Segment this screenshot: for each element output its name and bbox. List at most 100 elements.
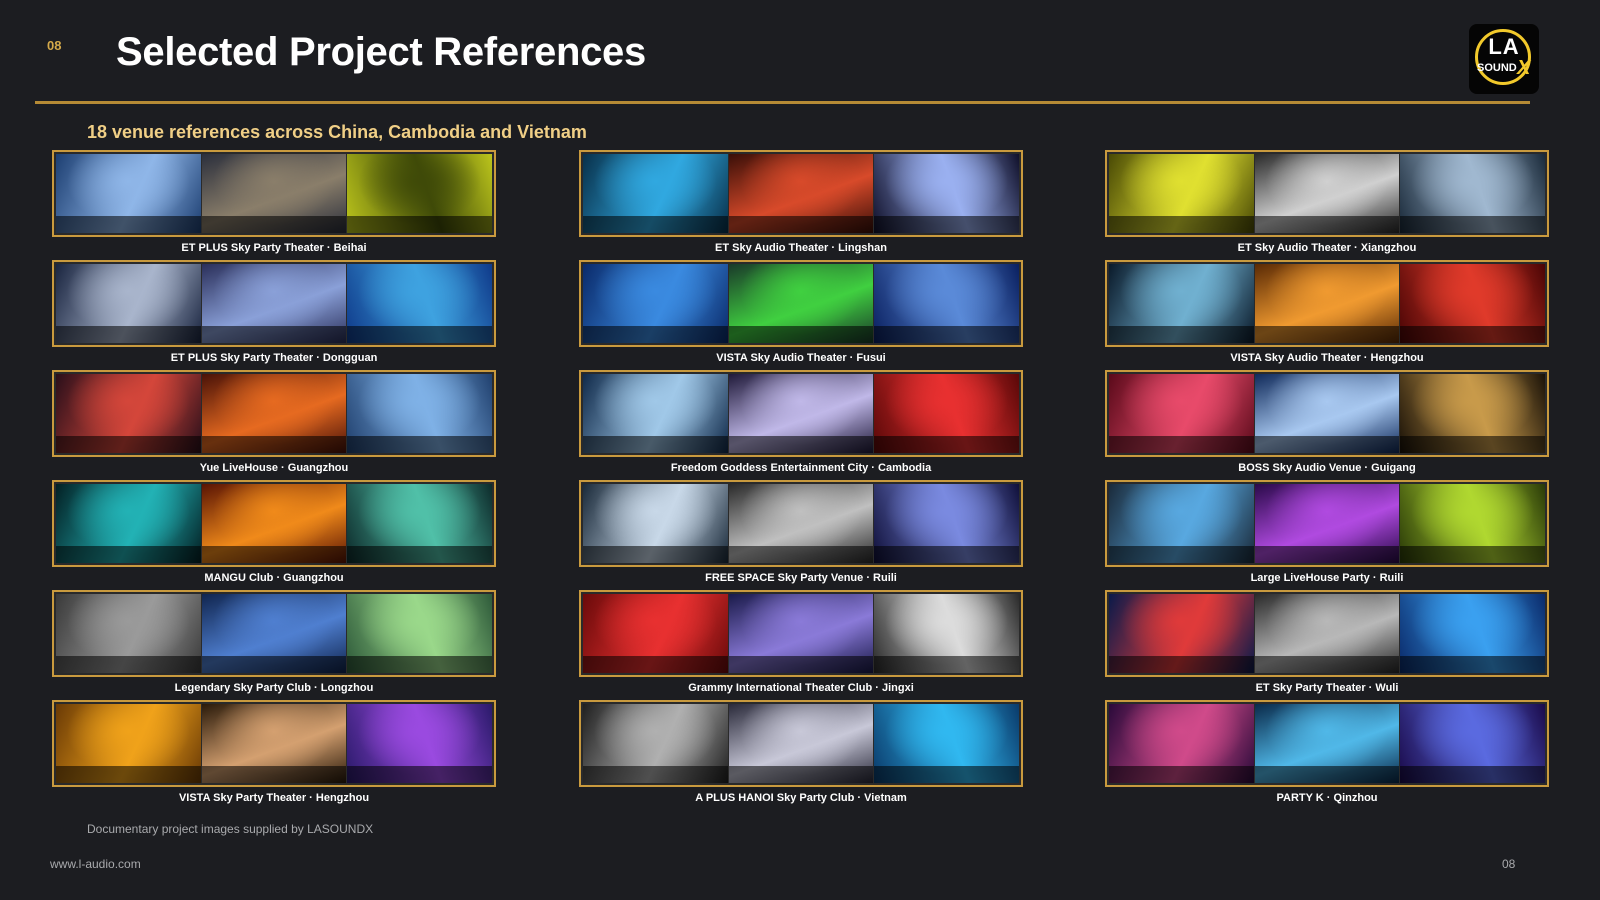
- venue-photo: [347, 704, 493, 783]
- venue-photo: [347, 594, 493, 673]
- venue-photo: [1109, 264, 1254, 343]
- venue-photo: [1109, 594, 1254, 673]
- venue-photo: [1109, 374, 1254, 453]
- image-credit-note: Documentary project images supplied by L…: [87, 822, 374, 836]
- project-photo-strip: [1105, 700, 1549, 787]
- venue-photo: [56, 484, 201, 563]
- project-caption: ET Sky Audio Theater · Lingshan: [715, 242, 887, 254]
- project-photo-strip: [52, 370, 496, 457]
- venue-photo: [56, 154, 201, 233]
- project-card: PARTY K · Qinzhou: [1105, 700, 1549, 804]
- venue-photo: [874, 484, 1020, 563]
- project-card: ET Sky Audio Theater · Xiangzhou: [1105, 150, 1549, 254]
- venue-photo: [201, 374, 347, 453]
- project-card: Legendary Sky Party Club · Longzhou: [52, 590, 496, 694]
- page-number-top: 08: [47, 38, 62, 53]
- project-photo-strip: [579, 370, 1023, 457]
- project-caption: VISTA Sky Party Theater · Hengzhou: [178, 792, 370, 804]
- project-caption: VISTA Sky Audio Theater · Hengzhou: [1230, 352, 1424, 364]
- footer-page-number: 08: [1502, 857, 1516, 871]
- project-caption: Grammy International Theater Club · Jing…: [688, 682, 914, 694]
- project-photo-strip: [1105, 480, 1549, 567]
- venue-photo: [56, 264, 201, 343]
- project-card: VISTA Sky Party Theater · Hengzhou: [52, 700, 496, 804]
- logo-text-x: X: [1517, 57, 1531, 79]
- project-photo-strip: [52, 700, 496, 787]
- project-caption: MANGU Club · Guangzhou: [204, 572, 344, 584]
- venue-photo: [347, 264, 493, 343]
- venue-photo: [583, 484, 728, 563]
- venue-photo: [1109, 484, 1254, 563]
- project-caption: FREE SPACE Sky Party Venue · Ruili: [705, 572, 897, 584]
- venue-photo: [56, 374, 201, 453]
- project-photo-strip: [52, 150, 496, 237]
- venue-photo: [201, 154, 347, 233]
- project-caption: ET PLUS Sky Party Theater · Dongguan: [170, 352, 378, 364]
- venue-photo: [874, 704, 1020, 783]
- venue-photo: [1254, 704, 1400, 783]
- project-photo-strip: [579, 260, 1023, 347]
- project-caption: ET Sky Audio Theater · Xiangzhou: [1237, 242, 1417, 254]
- venue-photo: [874, 264, 1020, 343]
- project-card: A PLUS HANOI Sky Party Club · Vietnam: [579, 700, 1023, 804]
- slide: 08 Selected Project References LA SOUND …: [0, 0, 1600, 900]
- venue-photo: [874, 374, 1020, 453]
- project-photo-strip: [1105, 590, 1549, 677]
- project-photo-strip: [1105, 260, 1549, 347]
- project-card: VISTA Sky Audio Theater · Hengzhou: [1105, 260, 1549, 364]
- project-caption: ET Sky Party Theater · Wuli: [1255, 682, 1399, 694]
- venue-photo: [1400, 264, 1546, 343]
- lasoundx-logo: LA SOUND X: [1469, 24, 1539, 94]
- venue-photo: [728, 484, 874, 563]
- project-photo-strip: [1105, 150, 1549, 237]
- project-card: VISTA Sky Audio Theater · Fusui: [579, 260, 1023, 364]
- venue-photo: [583, 264, 728, 343]
- venue-photo: [201, 484, 347, 563]
- project-caption: A PLUS HANOI Sky Party Club · Vietnam: [695, 792, 907, 804]
- project-caption: Freedom Goddess Entertainment City · Cam…: [670, 462, 932, 474]
- project-card: MANGU Club · Guangzhou: [52, 480, 496, 584]
- venue-photo: [583, 154, 728, 233]
- project-card: Grammy International Theater Club · Jing…: [579, 590, 1023, 694]
- project-photo-strip: [1105, 370, 1549, 457]
- project-photo-strip: [579, 480, 1023, 567]
- project-card: ET PLUS Sky Party Theater · Beihai: [52, 150, 496, 254]
- venue-photo: [874, 154, 1020, 233]
- project-caption: BOSS Sky Audio Venue · Guigang: [1238, 462, 1416, 474]
- venue-photo: [583, 594, 728, 673]
- venue-photo: [728, 154, 874, 233]
- venue-photo: [1400, 484, 1546, 563]
- venue-photo: [347, 374, 493, 453]
- venue-photo: [56, 704, 201, 783]
- venue-photo: [56, 594, 201, 673]
- venue-photo: [874, 594, 1020, 673]
- page-title: Selected Project References: [116, 30, 646, 74]
- project-photo-strip: [579, 150, 1023, 237]
- footer-url[interactable]: www.l-audio.com: [50, 857, 141, 871]
- venue-photo: [201, 264, 347, 343]
- venue-photo: [347, 154, 493, 233]
- project-photo-strip: [579, 590, 1023, 677]
- venue-photo: [1400, 594, 1546, 673]
- venue-photo: [583, 704, 728, 783]
- venue-photo: [1254, 154, 1400, 233]
- project-photo-strip: [52, 260, 496, 347]
- project-caption: Legendary Sky Party Club · Longzhou: [174, 682, 374, 694]
- project-photo-strip: [52, 480, 496, 567]
- venue-photo: [1254, 374, 1400, 453]
- venue-photo: [1254, 264, 1400, 343]
- project-card: Large LiveHouse Party · Ruili: [1105, 480, 1549, 584]
- project-caption: PARTY K · Qinzhou: [1276, 792, 1378, 804]
- venue-photo: [728, 704, 874, 783]
- project-card: Yue LiveHouse · Guangzhou: [52, 370, 496, 474]
- project-card: BOSS Sky Audio Venue · Guigang: [1105, 370, 1549, 474]
- project-caption: Large LiveHouse Party · Ruili: [1250, 572, 1404, 584]
- venue-photo: [728, 594, 874, 673]
- project-caption: Yue LiveHouse · Guangzhou: [199, 462, 349, 474]
- project-card: Freedom Goddess Entertainment City · Cam…: [579, 370, 1023, 474]
- project-caption: VISTA Sky Audio Theater · Fusui: [716, 352, 886, 364]
- venue-photo: [1400, 374, 1546, 453]
- venue-photo: [1109, 154, 1254, 233]
- project-card: ET Sky Audio Theater · Lingshan: [579, 150, 1023, 254]
- project-card: ET PLUS Sky Party Theater · Dongguan: [52, 260, 496, 364]
